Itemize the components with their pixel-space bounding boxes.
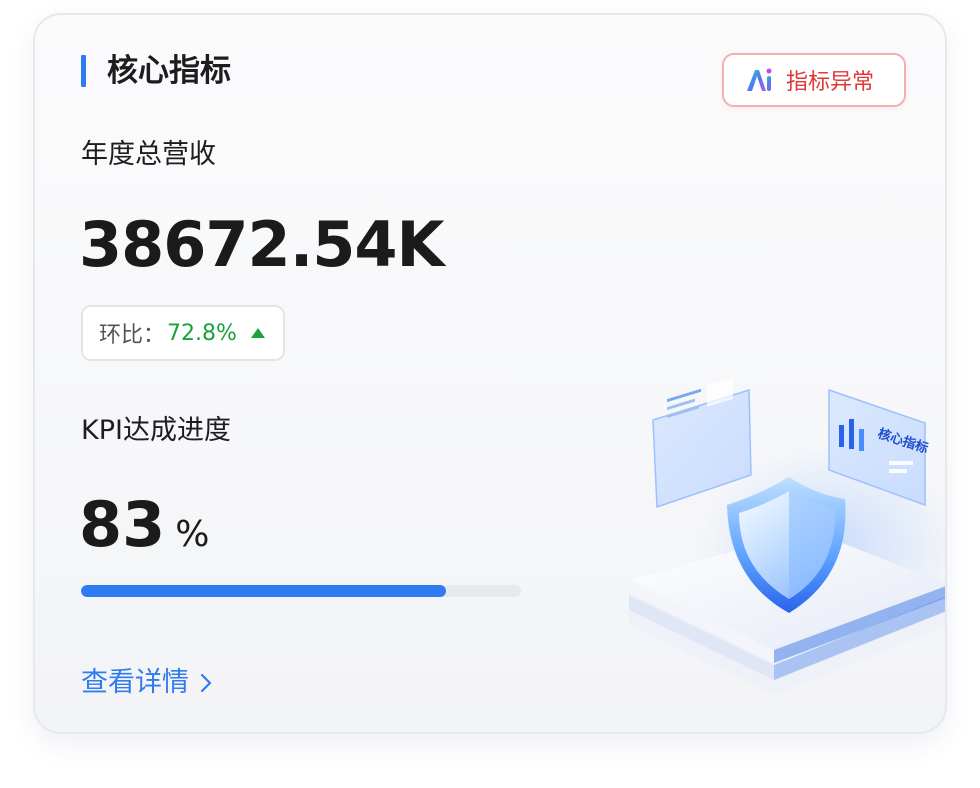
mom-badge: 环比： 72.8% — [81, 305, 285, 361]
title-accent-bar — [81, 55, 86, 87]
security-shield-illustration: 核心指标 — [629, 376, 945, 695]
anomaly-button-label: 指标异常 — [786, 70, 875, 95]
view-details-label: 查看详情 — [81, 667, 189, 698]
kpi-value-group: 83 % — [79, 485, 210, 565]
kpi-progress-fill — [81, 585, 447, 597]
revenue-value: 38672.54K — [79, 208, 445, 281]
chevron-right-icon — [200, 673, 212, 693]
mom-value: 72.8% — [167, 320, 237, 346]
kpi-label: KPI达成进度 — [81, 415, 231, 446]
kpi-unit: % — [175, 514, 210, 555]
trend-up-icon — [250, 328, 265, 338]
kpi-value: 83 — [79, 488, 166, 561]
mom-label: 环比： — [99, 323, 166, 348]
core-metrics-card: 核心指标 指标异常 年度总营收 38672.54K 环比： 72.8% KPI达… — [33, 13, 947, 734]
ai-logo-icon — [747, 68, 772, 91]
view-details-link[interactable]: 查看详情 — [81, 663, 217, 703]
kpi-progress-bar — [81, 585, 521, 597]
metric-anomaly-button[interactable]: 指标异常 — [722, 53, 906, 107]
card-title: 核心指标 — [107, 53, 231, 89]
revenue-label: 年度总营收 — [81, 139, 216, 170]
